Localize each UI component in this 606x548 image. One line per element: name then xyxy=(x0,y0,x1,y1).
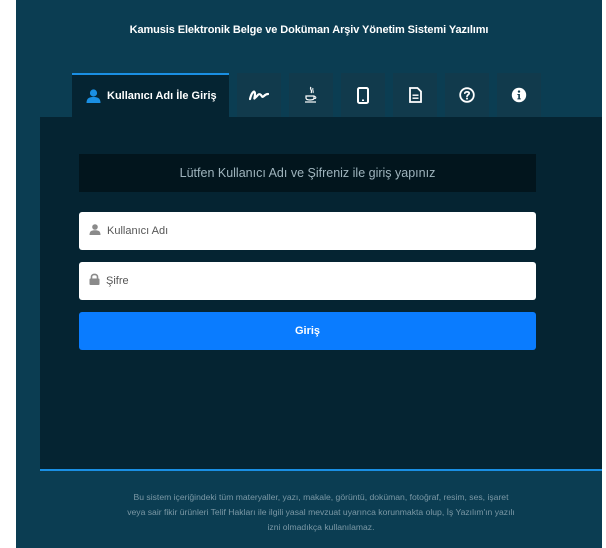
login-prompt: Lütfen Kullanıcı Adı ve Şifreniz ile gir… xyxy=(79,154,536,192)
help-icon xyxy=(459,87,475,103)
user-icon xyxy=(86,89,101,103)
mobile-icon xyxy=(357,86,369,104)
tab-e-signature[interactable] xyxy=(237,73,281,117)
copyright-notice: Bu sistem içeriğindeki tüm materyaller, … xyxy=(66,490,576,535)
document-icon xyxy=(408,87,422,103)
password-input[interactable] xyxy=(106,275,526,287)
lock-icon xyxy=(89,272,100,290)
username-input[interactable] xyxy=(107,225,527,237)
copyright-line: izni olmadıkça kullanılamaz. xyxy=(267,522,375,532)
copyright-line: veya sair fikir ürünleri Telif Hakları i… xyxy=(127,507,515,517)
password-field[interactable] xyxy=(79,262,536,300)
login-method-tabs: Kullanıcı Adı İle Giriş xyxy=(72,73,541,117)
tab-info[interactable] xyxy=(497,73,541,117)
tab-document[interactable] xyxy=(393,73,437,117)
e-signature-icon xyxy=(249,89,269,101)
login-button[interactable]: Giriş xyxy=(79,312,536,350)
tab-username-login[interactable]: Kullanıcı Adı İle Giriş xyxy=(72,73,229,117)
info-icon xyxy=(511,87,527,103)
app-title: Kamusis Elektronik Belge ve Doküman Arşi… xyxy=(129,24,489,36)
app-container: Kamusis Elektronik Belge ve Doküman Arşi… xyxy=(16,0,602,548)
user-icon xyxy=(89,222,101,240)
tab-username-login-label: Kullanıcı Adı İle Giriş xyxy=(107,90,217,102)
login-panel: Lütfen Kullanıcı Adı ve Şifreniz ile gir… xyxy=(40,117,602,469)
tab-help[interactable] xyxy=(445,73,489,117)
panel-divider xyxy=(40,469,602,471)
tab-java[interactable] xyxy=(289,73,333,117)
java-icon xyxy=(304,86,318,104)
username-field[interactable] xyxy=(79,212,536,250)
copyright-line: Bu sistem içeriğindeki tüm materyaller, … xyxy=(133,492,509,502)
tab-mobile[interactable] xyxy=(341,73,385,117)
